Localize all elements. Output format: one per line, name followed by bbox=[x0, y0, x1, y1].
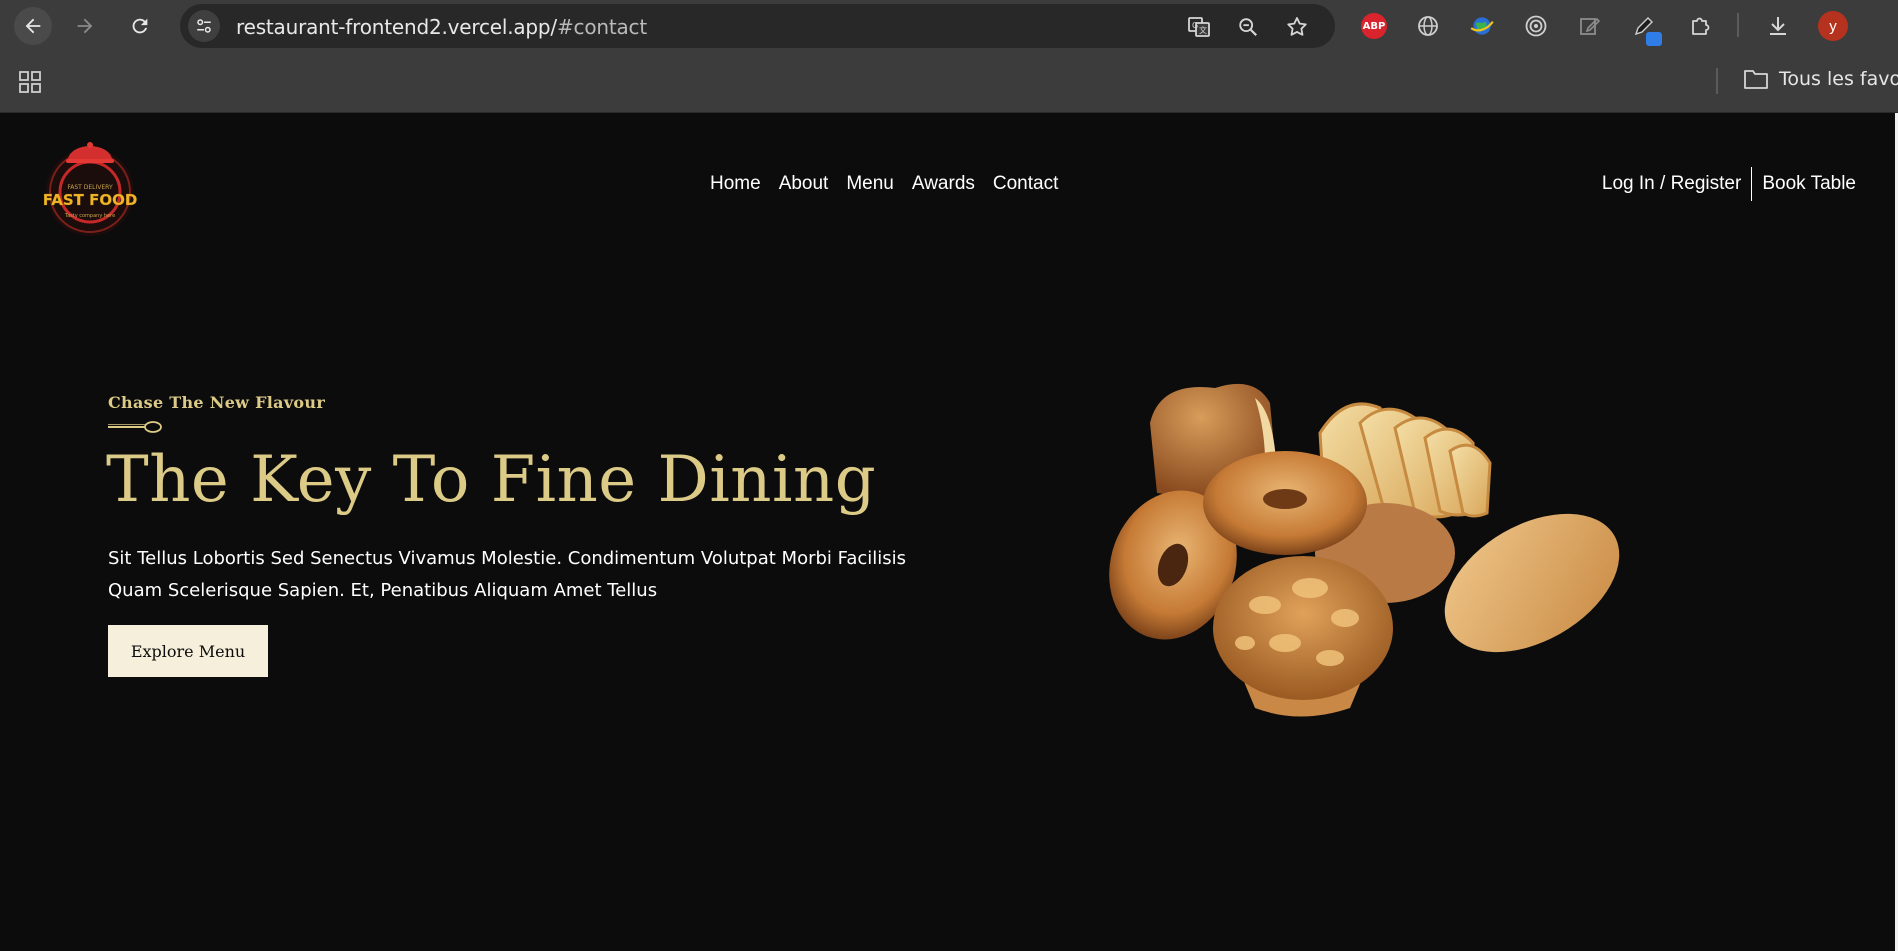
bookmarks-separator bbox=[1716, 68, 1718, 94]
url-path: #contact bbox=[556, 15, 647, 39]
hero-subtitle: Chase The New Flavour bbox=[108, 393, 326, 412]
toolbar-separator bbox=[1737, 13, 1739, 37]
web-page: FAST DELIVERY Tasty company here FAST FO… bbox=[0, 113, 1898, 951]
earth-extension[interactable] bbox=[1468, 12, 1496, 40]
zoom-icon bbox=[1239, 18, 1258, 37]
hero-description: Sit Tellus Lobortis Sed Senectus Vivamus… bbox=[108, 548, 907, 601]
address-bar[interactable]: restaurant-frontend2.vercel.app/#contact… bbox=[180, 4, 1335, 48]
apps-grid-icon bbox=[19, 71, 41, 93]
svg-text:Tasty company here: Tasty company here bbox=[64, 213, 115, 219]
abp-icon: ABP bbox=[1361, 13, 1387, 39]
url-text[interactable]: restaurant-frontend2.vercel.app/#contact bbox=[236, 15, 647, 39]
bread-pastries-image bbox=[1109, 383, 1620, 717]
browser-toolbar: restaurant-frontend2.vercel.app/#contact… bbox=[0, 0, 1898, 52]
back-icon bbox=[25, 18, 41, 34]
adblock-extension[interactable]: ABP bbox=[1360, 12, 1388, 40]
login-register-link[interactable]: Log In / Register bbox=[1602, 173, 1741, 195]
main-navigation: Home About Menu Awards Contact bbox=[710, 173, 1058, 195]
earth-icon bbox=[1470, 17, 1494, 35]
zoom-button[interactable] bbox=[1236, 15, 1260, 39]
nav-home[interactable]: Home bbox=[710, 173, 761, 195]
globe-extension[interactable] bbox=[1414, 12, 1442, 40]
site-settings-icon bbox=[197, 19, 211, 33]
edit-icon bbox=[1580, 17, 1601, 35]
nav-menu[interactable]: Menu bbox=[846, 173, 894, 195]
svg-text:G: G bbox=[1192, 21, 1198, 30]
nav-actions: Log In / Register Book Table bbox=[1602, 167, 1856, 201]
back-button[interactable] bbox=[14, 7, 52, 45]
extensions-button[interactable] bbox=[1686, 12, 1714, 40]
pen-extension[interactable] bbox=[1630, 12, 1662, 46]
explore-menu-button[interactable]: Explore Menu bbox=[108, 625, 268, 677]
forward-button[interactable] bbox=[66, 7, 104, 45]
spoon-icon bbox=[108, 421, 162, 433]
translate-button[interactable]: G文 bbox=[1187, 15, 1211, 39]
profile-avatar[interactable]: y bbox=[1818, 11, 1848, 41]
reload-icon bbox=[132, 18, 148, 34]
edit-extension[interactable] bbox=[1576, 12, 1604, 40]
forward-icon bbox=[77, 18, 93, 34]
extension-badge bbox=[1646, 32, 1662, 46]
target-icon bbox=[1525, 15, 1547, 37]
all-bookmarks-folder[interactable]: Tous les favoris bbox=[1743, 68, 1898, 90]
nav-contact[interactable]: Contact bbox=[993, 173, 1058, 195]
reload-button[interactable] bbox=[121, 7, 159, 45]
site-settings-button[interactable] bbox=[188, 10, 220, 42]
translate-icon: G文 bbox=[1188, 17, 1210, 37]
apps-button[interactable] bbox=[18, 70, 42, 99]
site-logo[interactable]: FAST DELIVERY Tasty company here FAST FO… bbox=[38, 137, 142, 241]
nav-divider bbox=[1751, 167, 1753, 201]
globe-icon bbox=[1418, 16, 1438, 36]
star-icon bbox=[1287, 17, 1307, 36]
bookmark-star-button[interactable] bbox=[1285, 15, 1309, 39]
puzzle-icon bbox=[1692, 17, 1710, 35]
logo-text: FAST FOOD bbox=[43, 191, 138, 209]
url-host: restaurant-frontend2.vercel.app/ bbox=[236, 15, 557, 39]
svg-text:文: 文 bbox=[1199, 25, 1207, 35]
book-table-link[interactable]: Book Table bbox=[1762, 173, 1856, 195]
all-bookmarks-label: Tous les favoris bbox=[1779, 68, 1898, 90]
bookmarks-bar: Tous les favoris bbox=[0, 52, 1898, 113]
hero-title: The Key To Fine Dining bbox=[106, 443, 877, 517]
svg-text:FAST DELIVERY: FAST DELIVERY bbox=[67, 184, 113, 191]
target-extension[interactable] bbox=[1522, 12, 1550, 40]
fast-food-logo: FAST DELIVERY Tasty company here FAST FO… bbox=[43, 142, 138, 236]
nav-about[interactable]: About bbox=[779, 173, 829, 195]
downloads-button[interactable] bbox=[1764, 12, 1792, 40]
nav-awards[interactable]: Awards bbox=[912, 173, 975, 195]
download-icon bbox=[1770, 17, 1786, 35]
folder-icon bbox=[1744, 70, 1768, 89]
